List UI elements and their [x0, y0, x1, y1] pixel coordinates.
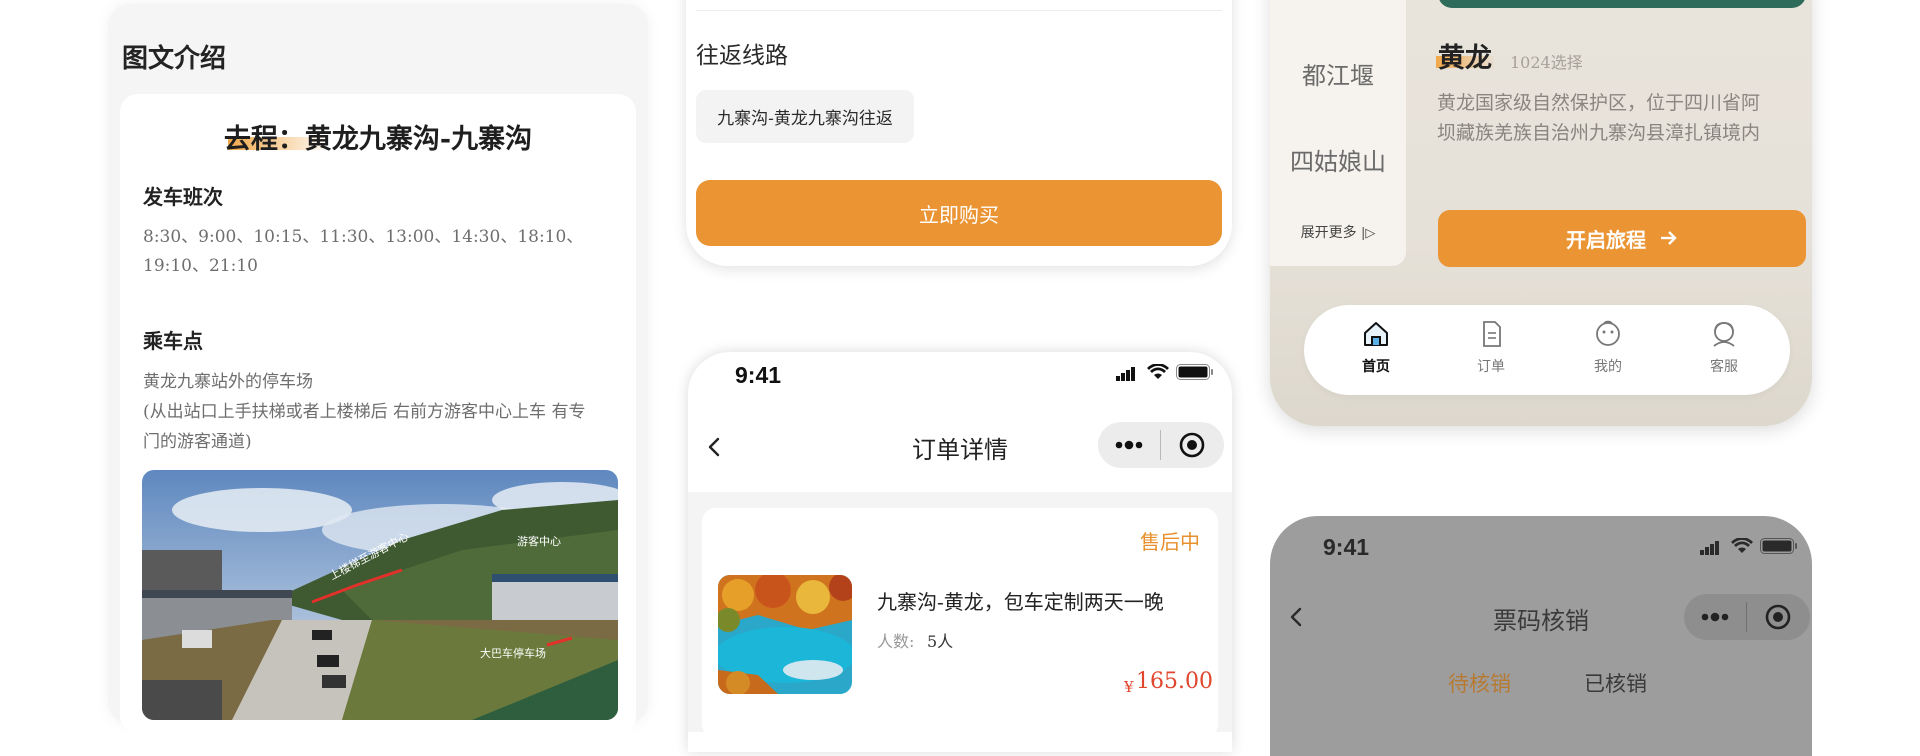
tab-verified[interactable]: 已核销 — [1584, 668, 1647, 698]
expand-more-link[interactable]: 展开更多 |▷ — [1270, 222, 1406, 242]
product-thumbnail — [718, 575, 852, 694]
pickup-line2: (从出站口上手扶梯或者上楼梯后 右前方游客中心上车 有专 — [143, 402, 586, 422]
route-chip[interactable]: 九寨沟-黄龙九寨沟往返 — [696, 90, 914, 143]
customer-service-icon — [1709, 322, 1739, 352]
battery-icon — [1176, 364, 1214, 384]
wifi-icon-2 — [1731, 537, 1753, 558]
tab-service-label: 客服 — [1710, 359, 1738, 375]
schedule-label: 发车班次 — [143, 185, 223, 209]
status-time: 9:41 — [735, 362, 782, 388]
route-title: 去程：黄龙九寨沟-九寨沟 — [120, 117, 636, 156]
tab-orders-label: 订单 — [1477, 359, 1505, 375]
section-title: 图文介绍 — [119, 38, 226, 75]
price-symbol: ¥ — [1124, 678, 1134, 696]
arrow-right-icon — [1660, 227, 1678, 251]
price-value: 165.00 — [1136, 669, 1213, 694]
people-value: 5人 — [927, 632, 954, 651]
more-icon[interactable] — [1098, 422, 1160, 468]
tab-orders[interactable]: 订单 — [1451, 320, 1531, 376]
roundtrip-label: 往返线路 — [696, 43, 788, 69]
photo-label-bus-parking: 大巴车停车场 — [480, 646, 546, 660]
mini-capsule-2 — [1684, 594, 1810, 640]
pickup-line3: 门的游客通道) — [143, 432, 252, 452]
side-item-dujiangyan[interactable]: 都江堰 — [1270, 56, 1406, 91]
signal-icon — [1116, 366, 1136, 385]
scenic-image-strip — [1438, 0, 1806, 8]
side-item-siguniangshan[interactable]: 四姑娘山 — [1270, 142, 1406, 177]
close-target-icon[interactable] — [1161, 422, 1223, 468]
schedule-times-line2: 19:10、21:10 — [143, 256, 258, 276]
product-name: 九寨沟-黄龙，包车定制两天一晚 — [877, 590, 1164, 614]
more-icon-2[interactable] — [1684, 594, 1746, 640]
expand-more-label: 展开更多 — [1300, 225, 1357, 241]
tab-profile-label: 我的 — [1594, 359, 1622, 375]
pickup-label: 乘车点 — [143, 329, 203, 353]
tab-home-label: 首页 — [1362, 359, 1390, 375]
signal-icon-2 — [1700, 540, 1720, 559]
place-description: 黄龙国家级自然保护区，位于四川省阿坝藏族羌族自治州九寨沟县漳扎镇境内 — [1437, 92, 1761, 144]
place-subtitle: 1024选择 — [1510, 53, 1583, 72]
battery-icon-2 — [1760, 538, 1798, 558]
wifi-icon — [1147, 363, 1169, 384]
start-journey-button[interactable]: 开启旅程 — [1438, 210, 1806, 267]
chevron-right-icon: |▷ — [1361, 226, 1376, 241]
tab-service[interactable]: 客服 — [1684, 320, 1764, 376]
schedule-times-line1: 8:30、9:00、10:15、11:30、13:00、14:30、18:10、 — [143, 227, 584, 247]
route-title-text: 去程：黄龙九寨沟-九寨沟 — [223, 124, 533, 155]
tab-home[interactable]: 首页 — [1336, 320, 1416, 376]
home-icon — [1361, 322, 1391, 352]
mini-capsule — [1098, 422, 1224, 468]
pickup-line1: 黄龙九寨站外的停车场 — [143, 372, 313, 392]
divider — [696, 10, 1222, 11]
profile-face-icon — [1593, 320, 1623, 352]
buy-now-button[interactable]: 立即购买 — [696, 180, 1222, 246]
photo-label-visitor-center: 游客中心 — [517, 534, 561, 548]
tab-pending[interactable]: 待核销 — [1448, 668, 1511, 698]
tab-profile[interactable]: 我的 — [1568, 320, 1648, 376]
pickup-location-photo: 上楼梯至游客中心 游客中心 大巴车停车场 — [142, 470, 618, 720]
place-title: 黄龙 — [1438, 43, 1492, 74]
document-icon — [1476, 321, 1506, 352]
status-time-2: 9:41 — [1323, 534, 1370, 560]
people-label: 人数: — [877, 632, 915, 651]
close-target-icon-2[interactable] — [1747, 594, 1809, 640]
start-journey-label: 开启旅程 — [1566, 228, 1646, 252]
order-status-badge: 售后中 — [1140, 530, 1200, 554]
